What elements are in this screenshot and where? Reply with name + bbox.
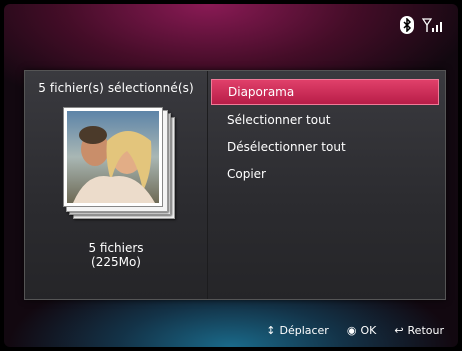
menu-item-copy[interactable]: Copier bbox=[211, 162, 439, 186]
return-arrow-icon: ↩ bbox=[394, 324, 404, 337]
move-hint: ↕ Déplacer bbox=[266, 324, 329, 337]
status-bar bbox=[400, 16, 444, 34]
menu-item-diaporama[interactable]: Diaporama bbox=[211, 79, 439, 105]
menu-item-select-all[interactable]: Sélectionner tout bbox=[211, 108, 439, 132]
ok-label: OK bbox=[360, 324, 377, 337]
file-size-label: (225Mo) bbox=[91, 255, 141, 269]
photo-stack-thumbnail bbox=[63, 107, 175, 219]
bluetooth-icon bbox=[400, 16, 414, 34]
file-options-panel: 5 fichier(s) sélectionné(s) 5 fichiers (… bbox=[24, 70, 446, 300]
file-count: 5 fichiers (225Mo) bbox=[25, 241, 207, 269]
footer-hints: ↕ Déplacer ◉ OK ↩ Retour bbox=[266, 324, 444, 337]
selection-title: 5 fichier(s) sélectionné(s) bbox=[38, 81, 194, 95]
photo-thumbnail bbox=[63, 107, 163, 207]
menu-item-deselect-all[interactable]: Désélectionner tout bbox=[211, 135, 439, 159]
ok-button-icon: ◉ bbox=[346, 324, 357, 337]
options-menu: Diaporama Sélectionner tout Désélectionn… bbox=[211, 79, 439, 189]
up-down-arrow-icon: ↕ bbox=[266, 324, 276, 337]
file-count-label: 5 fichiers bbox=[88, 241, 144, 255]
selection-summary: 5 fichier(s) sélectionné(s) 5 fichiers (… bbox=[25, 71, 208, 299]
back-hint: ↩ Retour bbox=[394, 324, 444, 337]
ok-hint: ◉ OK bbox=[347, 324, 376, 337]
tv-screen: 5 fichier(s) sélectionné(s) 5 fichiers (… bbox=[4, 4, 458, 347]
signal-strength-icon bbox=[422, 18, 442, 32]
move-label: Déplacer bbox=[279, 324, 329, 337]
back-label: Retour bbox=[407, 324, 444, 337]
